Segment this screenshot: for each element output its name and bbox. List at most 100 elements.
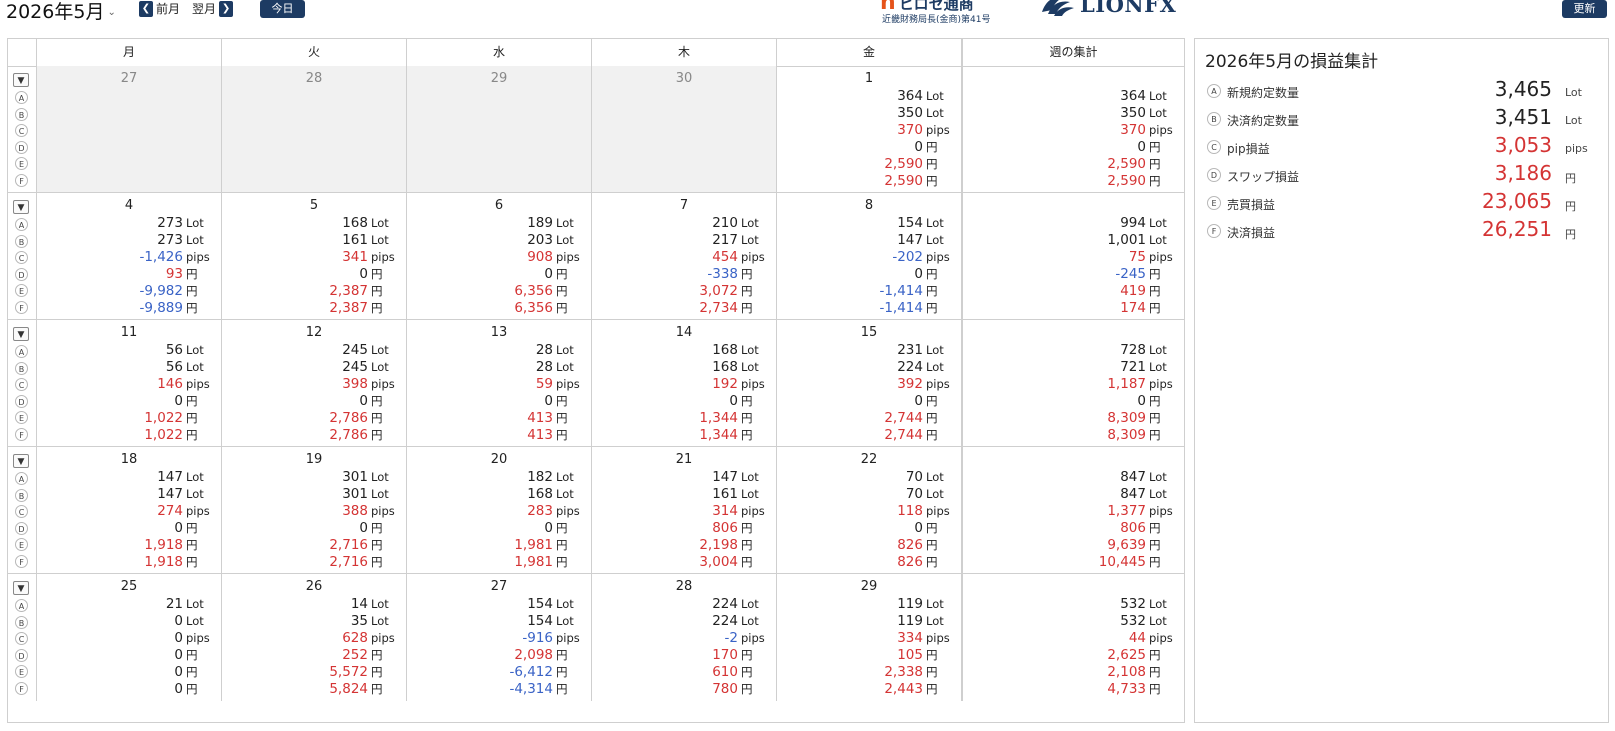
week-toggle-icon[interactable]: ▼ xyxy=(13,200,29,214)
day-cell[interactable]: 12 245 Lot 245 Lot 398 pips 0 円 2,786 円 2,786 円 xyxy=(221,320,406,446)
value-unit: 円 xyxy=(926,284,938,298)
value-number: 0 xyxy=(359,393,368,409)
value-line: 0 pips xyxy=(166,630,209,647)
value-line: -202 pips xyxy=(879,249,949,266)
chevron-down-icon[interactable]: ⌄ xyxy=(107,7,115,18)
value-number: 59 xyxy=(535,376,553,392)
value-number: -9,982 xyxy=(139,283,183,299)
prev-month-button[interactable]: 前月 xyxy=(156,0,180,17)
value-unit: Lot xyxy=(926,614,944,628)
value-unit: 円 xyxy=(1149,267,1161,281)
day-cell[interactable]: 14 168 Lot 168 Lot 192 pips 0 円 1,344 円 1,344 円 xyxy=(591,320,776,446)
day-cell[interactable]: 19 301 Lot 301 Lot 388 pips 0 円 2,716 円 2,716 円 xyxy=(221,447,406,573)
week-toggle-icon[interactable]: ▼ xyxy=(13,581,29,595)
value-list: 168 Lot 161 Lot 341 pips 0 円 2,387 円 2,387 円 xyxy=(329,215,394,317)
value-line: 364 Lot xyxy=(884,88,949,105)
value-list: 231 Lot 224 Lot 392 pips 0 円 2,744 円 2,744 円 xyxy=(884,342,949,444)
day-cell[interactable]: 29 xyxy=(406,66,591,192)
day-cell[interactable]: 28 xyxy=(221,66,406,192)
value-line: 532 Lot xyxy=(1107,596,1172,613)
value-line: 168 Lot xyxy=(699,342,764,359)
value-line: 28 Lot xyxy=(527,359,579,376)
week-toggle-icon[interactable]: ▼ xyxy=(13,73,29,87)
day-cell[interactable]: 29 119 Lot 119 Lot 334 pips 105 円 2,338 円 2,443 円 xyxy=(776,574,961,701)
value-unit: 円 xyxy=(741,428,753,442)
value-line: 1,022 円 xyxy=(144,427,209,444)
value-unit: pips xyxy=(371,504,395,518)
summary-panel: 2026年5月の損益集計 A 新規約定数量 3,465 Lot B 決済約定数量 3,451… xyxy=(1194,38,1609,723)
value-number: 44 xyxy=(1128,630,1146,646)
value-line: 147 Lot xyxy=(879,232,949,249)
day-number: 15 xyxy=(860,325,878,340)
value-line: 273 Lot xyxy=(139,215,209,232)
next-month-icon[interactable]: ❯ xyxy=(219,0,234,17)
day-cell[interactable]: 28 224 Lot 224 Lot -2 pips 170 円 610 円 780 円 xyxy=(591,574,776,701)
day-cell[interactable]: 7 210 Lot 217 Lot 454 pips -338 円 3,072 円 2,734 円 xyxy=(591,193,776,319)
today-button[interactable]: 今日 xyxy=(260,0,305,18)
value-number: 119 xyxy=(897,596,923,612)
value-line: 0円 xyxy=(699,393,764,410)
value-line: 419 円 xyxy=(1107,283,1172,300)
value-unit: 円 xyxy=(926,394,938,408)
value-number: 301 xyxy=(342,486,368,502)
lion-icon xyxy=(1042,0,1074,16)
day-cell[interactable]: 11 56 Lot 56 Lot 146 pips 0 円 1,022 円 1,022 円 xyxy=(36,320,221,446)
day-number: 26 xyxy=(305,579,323,594)
day-cell[interactable]: 20 182 Lot 168 Lot 283 pips 0 円 1,981 円 1,981 円 xyxy=(406,447,591,573)
day-cell[interactable]: 5 168 Lot 161 Lot 341 pips 0 円 2,387 円 2,387 円 xyxy=(221,193,406,319)
value-unit: 円 xyxy=(556,521,568,535)
value-unit: pips xyxy=(926,504,950,518)
next-month-button[interactable]: 翌月 xyxy=(192,0,216,17)
day-cell[interactable]: 22 70 Lot 70 Lot 118 pips 0 円 826 円 826 円 xyxy=(776,447,961,573)
day-cell[interactable]: 18 147 Lot 147 Lot 274 pips 0 円 1,918 円 1,918 円 xyxy=(36,447,221,573)
value-number: 5,572 xyxy=(329,664,368,680)
value-unit: pips xyxy=(186,377,210,391)
day-cell[interactable]: 25 21 Lot 0 Lot 0 pips 0 円 0 円 0 円 xyxy=(36,574,221,701)
value-line: 364 Lot xyxy=(1107,88,1172,105)
row-letter-badge: C xyxy=(15,632,28,645)
value-line: 398 pips xyxy=(329,376,395,393)
value-unit: Lot xyxy=(1149,216,1167,230)
value-number: 182 xyxy=(527,469,553,485)
value-number: 203 xyxy=(527,232,553,248)
value-line: 0円 xyxy=(166,664,209,681)
value-line: 532 Lot xyxy=(1107,613,1172,630)
day-number: 4 xyxy=(124,198,134,213)
week-toggle-icon[interactable]: ▼ xyxy=(13,454,29,468)
header-week-total: 週の集計 xyxy=(961,39,1184,66)
day-cell[interactable]: 13 28 Lot 28 Lot 59 pips 0 円 413 円 413 円 xyxy=(406,320,591,446)
value-unit: Lot xyxy=(1149,233,1167,247)
value-unit: 円 xyxy=(926,411,938,425)
value-list: 147 Lot 147 Lot 274 pips 0 円 1,918 円 1,918 円 xyxy=(144,469,209,571)
week-toggle-icon[interactable]: ▼ xyxy=(13,327,29,341)
row-letter-badge: D xyxy=(15,395,28,408)
day-cell[interactable]: 1 364 Lot 350 Lot 370 pips 0 円 2,590 円 2,590 円 xyxy=(776,66,961,192)
day-cell[interactable]: 27 xyxy=(36,66,221,192)
value-line: 168 Lot xyxy=(514,486,579,503)
prev-month-icon[interactable]: ❮ xyxy=(139,0,153,17)
day-cell[interactable]: 27 154 Lot 154 Lot -916 pips 2,098 円 -6,412 円 -4,31… xyxy=(406,574,591,701)
value-line: 224 Lot xyxy=(712,613,764,630)
summary-label: 売買損益 xyxy=(1227,198,1276,212)
value-unit: 円 xyxy=(371,428,383,442)
value-list: 14 Lot 35 Lot 628 pips 252 円 5,572 円 5,824 円 xyxy=(329,596,394,698)
day-cell[interactable]: 4 273 Lot 273 Lot -1,426 pips 93 円 -9,982 円 -9,889 円 xyxy=(36,193,221,319)
value-unit: Lot xyxy=(371,343,389,357)
day-cell[interactable]: 8 154 Lot 147 Lot -202 pips 0 円 -1,414 円 -1,414 円 xyxy=(776,193,961,319)
value-unit: 円 xyxy=(741,538,753,552)
day-cell[interactable]: 15 231 Lot 224 Lot 392 pips 0 円 2,744 円 2,744 円 xyxy=(776,320,961,446)
value-unit: 円 xyxy=(371,284,383,298)
day-cell[interactable]: 26 14 Lot 35 Lot 628 pips 252 円 5,572 円 5,824 円 xyxy=(221,574,406,701)
day-cell[interactable]: 30 xyxy=(591,66,776,192)
month-selector[interactable]: 2026年5月 ⌄ xyxy=(6,0,116,24)
value-unit: 円 xyxy=(1149,301,1161,315)
row-letter-badge: A xyxy=(15,472,28,485)
day-cell[interactable]: 21 147 Lot 161 Lot 314 pips 806 円 2,198 円 3,004 円 xyxy=(591,447,776,573)
value-unit: 円 xyxy=(556,301,568,315)
value-number: 224 xyxy=(897,359,923,375)
value-number: 245 xyxy=(342,359,368,375)
value-line: 301 Lot xyxy=(329,486,394,503)
update-button[interactable]: 更新 xyxy=(1562,0,1607,18)
day-cell[interactable]: 6 189 Lot 203 Lot 908 pips 0 円 6,356 円 6,356 円 xyxy=(406,193,591,319)
value-unit: 円 xyxy=(186,284,198,298)
